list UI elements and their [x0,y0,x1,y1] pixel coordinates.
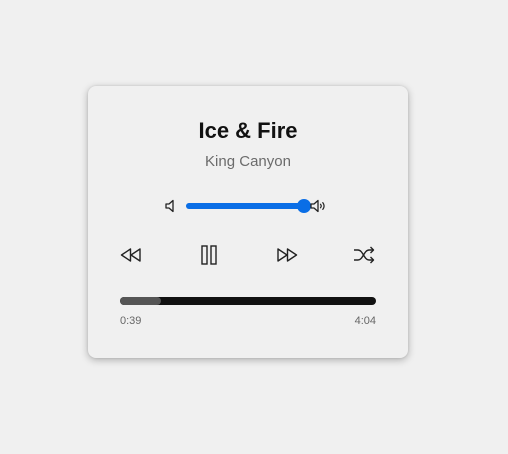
music-player-card: Ice & Fire King Canyon 0:39 4:04 [88,86,408,358]
shuffle-icon[interactable] [351,244,377,266]
progress-bar-fill [120,297,161,305]
track-artist: King Canyon [205,153,291,170]
volume-control [162,196,334,216]
volume-low-icon[interactable] [162,196,182,216]
volume-slider[interactable] [186,199,311,213]
total-time: 4:04 [354,315,376,327]
progress-bar[interactable] [120,297,376,305]
track-title: Ice & Fire [198,118,298,143]
fast-forward-icon[interactable] [274,244,300,266]
pause-icon[interactable] [196,244,222,266]
volume-slider-fill [186,203,304,209]
volume-high-icon[interactable] [308,196,328,216]
current-time: 0:39 [120,315,142,327]
rewind-icon[interactable] [118,244,144,266]
